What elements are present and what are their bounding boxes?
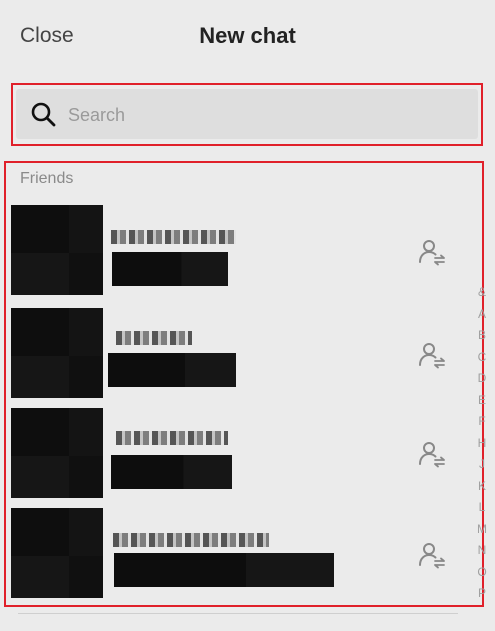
alphabet-index-letter[interactable]: C [474,347,490,369]
alphabet-index-letter[interactable]: N [474,540,490,562]
alphabet-index-letter[interactable]: H [474,433,490,455]
alphabet-index-letter[interactable]: L [474,497,490,519]
friend-row[interactable] [11,508,461,598]
friends-section-label: Friends [20,170,74,187]
friend-subtitle [112,252,228,286]
alphabet-index-letter[interactable]: & [474,282,490,304]
alphabet-index-letter[interactable]: P [474,583,490,605]
alphabet-index-letter[interactable]: J [474,454,490,476]
avatar [11,308,103,398]
alphabet-index-letter[interactable]: B [474,325,490,347]
divider [18,613,458,614]
alphabet-index-letter[interactable]: F [474,411,490,433]
friend-name [111,230,236,244]
alphabet-index-letter[interactable]: K [474,476,490,498]
add-friend-icon[interactable] [417,237,447,267]
avatar [11,205,103,295]
alphabet-index-letter[interactable]: M [474,519,490,541]
friend-name [116,431,228,445]
friend-row[interactable] [11,205,461,295]
add-friend-icon[interactable] [417,439,447,469]
friend-subtitle [108,353,236,387]
top-bar: Close New chat [0,0,495,72]
friend-subtitle [114,553,334,587]
alphabet-index-letter[interactable]: D [474,368,490,390]
new-chat-screen: Close New chat Friends [0,0,495,631]
alphabet-index[interactable]: & A B C D E F H J K L M N O P [474,282,490,627]
friend-name [113,533,269,547]
alphabet-index-letter[interactable]: O [474,562,490,584]
friend-subtitle [111,455,232,489]
search-icon [31,102,56,127]
add-friend-icon[interactable] [417,340,447,370]
friend-row[interactable] [11,308,461,398]
alphabet-index-letter[interactable]: A [474,304,490,326]
page-title: New chat [199,23,296,48]
add-friend-icon[interactable] [417,540,447,570]
friend-row[interactable] [11,408,461,498]
avatar [11,408,103,498]
friend-name [116,331,192,345]
avatar [11,508,103,598]
alphabet-index-letter[interactable]: E [474,390,490,412]
search-input[interactable] [66,99,450,131]
search-bar[interactable] [16,89,478,139]
